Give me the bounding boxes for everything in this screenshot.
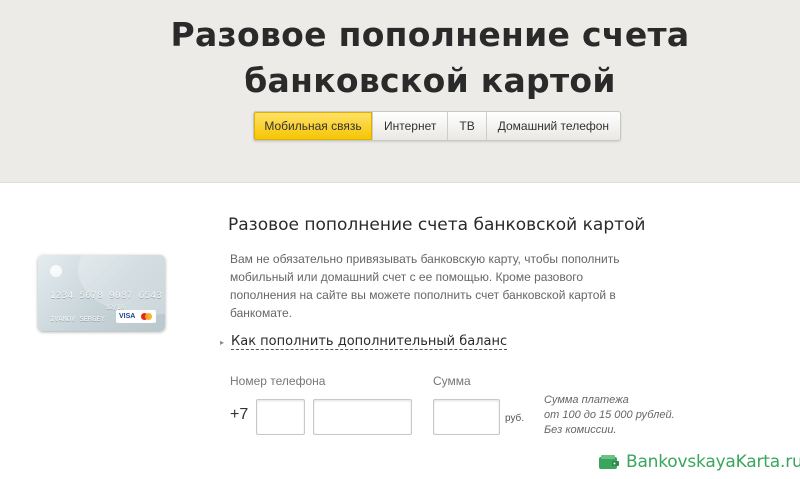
amount-hint-line-1: Сумма платежа bbox=[544, 394, 629, 406]
wallet-icon bbox=[599, 455, 619, 469]
watermark-text: BankovskayaKarta.ru bbox=[626, 452, 800, 472]
section-title: Разовое пополнение счета банковской карт… bbox=[228, 215, 646, 235]
amount-hint-line-2: от 100 до 15 000 рублей. bbox=[544, 409, 675, 421]
mastercard-yellow-circle bbox=[145, 313, 152, 320]
amount-hint: Сумма платежа от 100 до 15 000 рублей. Б… bbox=[544, 393, 704, 438]
tab-tv[interactable]: ТВ bbox=[447, 112, 485, 140]
visa-logo-text: VISA bbox=[119, 313, 136, 320]
page-title-line-2: банковской картой bbox=[244, 61, 616, 100]
additional-balance-link[interactable]: Как пополнить дополнительный баланс bbox=[231, 334, 508, 350]
page-title: Разовое пополнение счета банковской карт… bbox=[0, 12, 800, 104]
watermark: BankovskayaKarta.ru bbox=[598, 448, 800, 476]
card-holder: IVANOV SERGEY bbox=[50, 315, 105, 323]
amount-label: Сумма bbox=[433, 374, 471, 388]
amount-input[interactable] bbox=[433, 399, 500, 435]
phone-label: Номер телефона bbox=[230, 374, 326, 388]
service-tabs: Мобильная связь Интернет ТВ Домашний тел… bbox=[253, 111, 622, 141]
phone-prefix: +7 bbox=[230, 406, 249, 423]
description-text: Вам не обязательно привязывать банковску… bbox=[230, 252, 620, 320]
balance-link-row[interactable]: ▸ Как пополнить дополнительный баланс bbox=[220, 332, 508, 352]
tab-mobile[interactable]: Мобильная связь bbox=[254, 112, 372, 140]
card-chip-icon bbox=[50, 265, 62, 277]
phone-number-input[interactable] bbox=[313, 399, 412, 435]
visa-mastercard-logo-icon: VISA bbox=[116, 310, 156, 323]
tab-home-phone[interactable]: Домашний телефон bbox=[485, 112, 620, 140]
page-title-line-1: Разовое пополнение счета bbox=[170, 15, 690, 54]
currency-label: руб. bbox=[505, 413, 525, 424]
amount-hint-line-3: Без комиссии. bbox=[544, 424, 617, 436]
triangle-right-icon: ▸ bbox=[220, 337, 225, 347]
phone-code-input[interactable] bbox=[256, 399, 305, 435]
tab-internet[interactable]: Интернет bbox=[372, 112, 447, 140]
page-header: Разовое пополнение счета банковской карт… bbox=[0, 0, 800, 183]
card-number: 1234 5678 9087 6543 bbox=[50, 291, 163, 301]
